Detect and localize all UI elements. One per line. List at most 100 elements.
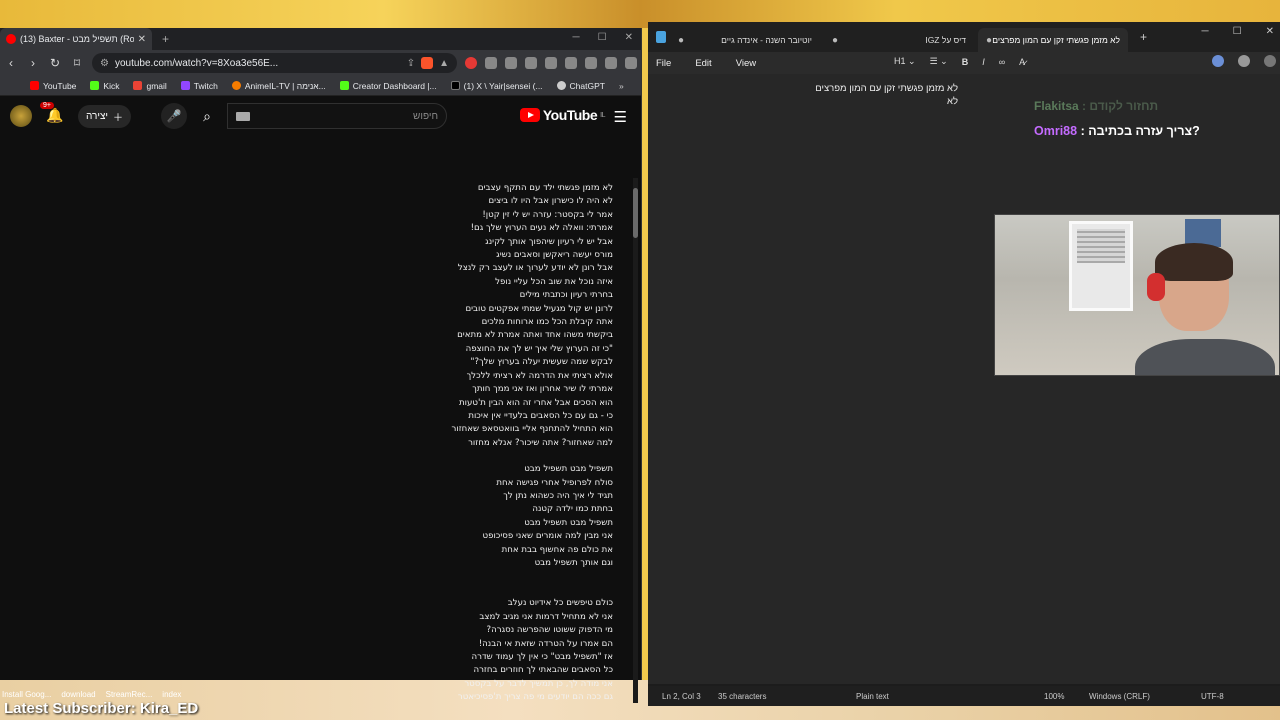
lyric-line: לא היה לו כישרון אבל היו לו ביצים	[488, 196, 613, 207]
reload-icon[interactable]: ↻	[48, 56, 62, 70]
editor-line: לא	[947, 96, 958, 107]
copilot-icon[interactable]	[1212, 55, 1224, 67]
bookmarks-bar: YouTube Kick gmail Twitch AnimeIL-TV | א…	[0, 76, 641, 96]
media-icon[interactable]	[545, 57, 557, 69]
rewards-icon[interactable]: ▲	[439, 58, 449, 69]
menu-icon[interactable]	[625, 57, 637, 69]
minimize-icon[interactable]: ─	[1202, 26, 1209, 37]
youtube-logo[interactable]: YouTube IL	[519, 107, 605, 123]
settings-gear-icon[interactable]	[1264, 55, 1276, 67]
heading-selector[interactable]: H1 ⌄	[894, 56, 916, 67]
lyric-line: אבל יש לי רעיון שיהפוך אותך לקינג	[485, 236, 613, 247]
lyric-line: כולם טיפשים כל אידיוט נעלב	[507, 598, 613, 609]
brave-shield-icon[interactable]	[421, 57, 434, 69]
lyric-line: אבל רונן לא יודע לערוך או לעצב רק לנצל	[457, 263, 613, 274]
close-window-icon[interactable]: ✕	[625, 32, 633, 43]
bookmark-twitch[interactable]: Twitch	[180, 81, 218, 91]
search-input[interactable]: חיפוש	[227, 103, 448, 129]
lyric-line: כל הסאבים שהבאתי לך חוזרים בחזרה	[473, 665, 613, 676]
notepad-app-icon	[656, 31, 666, 43]
back-icon[interactable]: ‹	[4, 56, 18, 70]
desktop-icons: Install Goog... download StreamRec... in…	[0, 690, 181, 699]
scrollbar-thumb[interactable]	[633, 188, 638, 238]
bookmark-youtube[interactable]: YouTube	[30, 81, 76, 91]
lyric-line: אני לא מתחיל דרמות אני מגיב למצב	[479, 611, 613, 622]
unsaved-dot-icon[interactable]: ●	[832, 35, 838, 46]
unsaved-dot-icon[interactable]: ●	[986, 35, 992, 46]
desktop-icon[interactable]: Install Goog...	[2, 690, 51, 699]
extension-icon[interactable]	[505, 57, 517, 69]
zoom-level[interactable]: 100%	[1044, 692, 1064, 701]
wallet-icon[interactable]	[585, 57, 597, 69]
maximize-icon[interactable]: ☐	[598, 32, 607, 43]
bookmark-kick[interactable]: Kick	[90, 81, 119, 91]
page-scrollbar[interactable]	[633, 178, 638, 703]
menu-file[interactable]: File	[656, 58, 671, 69]
unsaved-dot-icon[interactable]: ●	[678, 35, 684, 46]
minimize-icon[interactable]: ─	[573, 32, 580, 43]
close-window-icon[interactable]: ✕	[1266, 26, 1274, 37]
editor-text[interactable]: לא מזמן פגשתי זקן עם המון מפרצים לא	[658, 82, 958, 108]
notepad-tab[interactable]: דיס על IGZ ●	[824, 28, 974, 52]
new-tab-icon[interactable]: +	[162, 32, 169, 46]
notepad-tab-active[interactable]: לא מזמן פגשתי זקן עם המון מפרצים ●	[978, 28, 1128, 52]
plus-icon: ＋	[113, 112, 124, 124]
extension-record-icon[interactable]	[465, 57, 477, 69]
browser-tab-active[interactable]: (13) Baxter - תשפיל מבט (Ronen... ✕	[0, 28, 152, 50]
line-ending[interactable]: Windows (CRLF)	[1089, 692, 1150, 701]
maximize-icon[interactable]: ☐	[1233, 26, 1242, 37]
bookmark-creator-dashboard[interactable]: Creator Dashboard |...	[339, 81, 437, 91]
extension-icon[interactable]	[485, 57, 497, 69]
new-tab-icon[interactable]: +	[1140, 30, 1147, 44]
account-icon[interactable]	[1238, 55, 1250, 67]
lyric-line: איזה נוכל את שוב הכל עליי נופל	[495, 276, 613, 287]
notification-badge: 9+	[40, 102, 54, 109]
share-icon[interactable]: ⇪	[407, 58, 415, 69]
webcam-feed	[994, 214, 1280, 376]
overlay-previous-message: תחזור לקודם : Flakitsa	[1034, 99, 1159, 113]
voice-search-icon[interactable]: 🎤	[161, 103, 188, 129]
lyric-line: אז "תשפיל מבט" כי אין לך עמוד שדרה	[471, 652, 613, 662]
bookmark-animeil[interactable]: AnimeIL-TV | אנימה...	[231, 81, 326, 91]
format-label[interactable]: Plain text	[856, 692, 889, 701]
desktop-icon[interactable]: download	[61, 690, 95, 699]
notepad-tab[interactable]: יוטיובר השנה - אינדה גיים ●	[670, 28, 820, 52]
avatar[interactable]	[10, 105, 32, 127]
keyboard-icon[interactable]	[236, 111, 251, 121]
notifications-bell-icon[interactable]: 🔔 9+	[40, 102, 64, 125]
bookmark-x[interactable]: (1) X \ Yair|sensei (...	[450, 81, 543, 91]
clear-formatting-icon[interactable]: A̷	[1019, 57, 1025, 67]
site-info-icon[interactable]: ⚙	[100, 58, 109, 69]
italic-icon[interactable]: I	[982, 57, 985, 67]
link-icon[interactable]: ∞	[999, 57, 1005, 67]
close-tab-icon[interactable]: ✕	[138, 34, 146, 45]
download-icon[interactable]	[525, 57, 537, 69]
create-button[interactable]: יצירה ＋	[78, 104, 132, 128]
headset-icon	[1147, 273, 1165, 301]
hamburger-menu-icon[interactable]: ☰	[614, 108, 627, 126]
encoding[interactable]: UTF-8	[1201, 692, 1224, 701]
bookmark-gmail[interactable]: gmail	[133, 81, 167, 91]
desktop-icon[interactable]: index	[162, 690, 181, 699]
browser-tabbar: (13) Baxter - תשפיל מבט (Ronen... ✕ + ─ …	[0, 28, 641, 50]
lyric-line: לבקש שמה שעשית יעלה בערוץ שלך?"	[470, 357, 613, 368]
desktop-icon[interactable]: StreamRec...	[106, 690, 153, 699]
menu-view[interactable]: View	[736, 58, 756, 69]
vpn-icon[interactable]	[605, 57, 617, 69]
notepad-editor[interactable]: לא מזמן פגשתי זקן עם המון מפרצים לא	[648, 74, 1280, 684]
more-bookmarks-icon[interactable]: »	[619, 81, 624, 91]
video-description-lyrics: לא מזמן פגשתי ילד עם התקף עצבים לא היה לו…	[283, 182, 614, 705]
address-bar-row: ‹ › ↻ ⌑ ⚙ youtube.com/watch?v=8Xoa3e56E.…	[0, 50, 641, 76]
forward-icon[interactable]: ›	[26, 56, 40, 70]
menu-edit[interactable]: Edit	[695, 58, 711, 69]
url-field[interactable]: ⚙ youtube.com/watch?v=8Xoa3e56E... ⇪ ▲	[92, 53, 457, 73]
bookmark-icon[interactable]: ⌑	[70, 56, 84, 70]
list-icon[interactable]: ☰ ⌄	[930, 56, 948, 67]
sidebar-icon[interactable]	[565, 57, 577, 69]
search-icon[interactable]: ⌕	[187, 103, 227, 129]
lyric-line: הוא הסכים אבל אחרי זה הוא הבין ת'טעות	[459, 397, 613, 408]
overlay-chat-message: ?צריך עזרה בכתיבה : Omri88	[1034, 124, 1200, 138]
bookmark-chatgpt[interactable]: ChatGPT	[556, 81, 605, 91]
bold-icon[interactable]: B	[962, 57, 969, 67]
lyric-line: הם אמרו על הטרדה שזאת אי הבנה!	[478, 638, 613, 649]
